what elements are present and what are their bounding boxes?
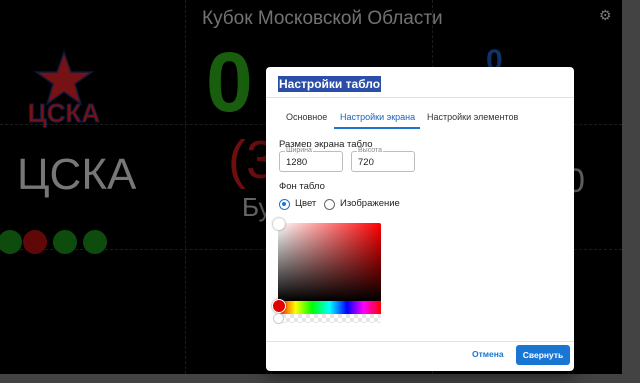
divider — [266, 341, 574, 342]
hue-handle[interactable] — [272, 299, 286, 313]
tab-screen-settings[interactable]: Настройки экрана — [340, 112, 415, 122]
tab-main[interactable]: Основное — [286, 112, 327, 122]
dialog-title: Настройки табло — [278, 76, 382, 92]
height-field[interactable]: Высота 720 — [351, 147, 415, 172]
radio-image[interactable] — [324, 199, 335, 210]
radio-color-label[interactable]: Цвет — [295, 198, 316, 209]
active-tab-indicator — [334, 127, 420, 129]
alpha-handle[interactable] — [273, 313, 284, 324]
tab-bar: Основное Настройки экрана Настройки элем… — [266, 107, 574, 129]
saturation-area[interactable] — [278, 223, 381, 301]
saturation-handle[interactable] — [273, 218, 285, 230]
color-picker — [272, 218, 381, 327]
height-field-label: Высота — [357, 147, 384, 154]
hue-slider[interactable] — [278, 301, 381, 314]
background-label: Фон табло — [279, 181, 325, 192]
cancel-button[interactable]: Отмена — [472, 349, 504, 359]
width-field-label: Ширина — [285, 147, 313, 154]
width-value: 1280 — [286, 157, 308, 168]
collapse-button[interactable]: Свернуть — [516, 345, 570, 365]
radio-color[interactable] — [279, 199, 290, 210]
alpha-slider[interactable] — [278, 314, 381, 323]
settings-dialog: Настройки табло Основное Настройки экран… — [266, 67, 574, 371]
width-field[interactable]: Ширина 1280 — [279, 147, 343, 172]
height-value: 720 — [358, 157, 374, 168]
tab-element-settings[interactable]: Настройки элементов — [427, 112, 518, 122]
radio-image-label[interactable]: Изображение — [340, 198, 400, 209]
divider — [266, 97, 574, 98]
